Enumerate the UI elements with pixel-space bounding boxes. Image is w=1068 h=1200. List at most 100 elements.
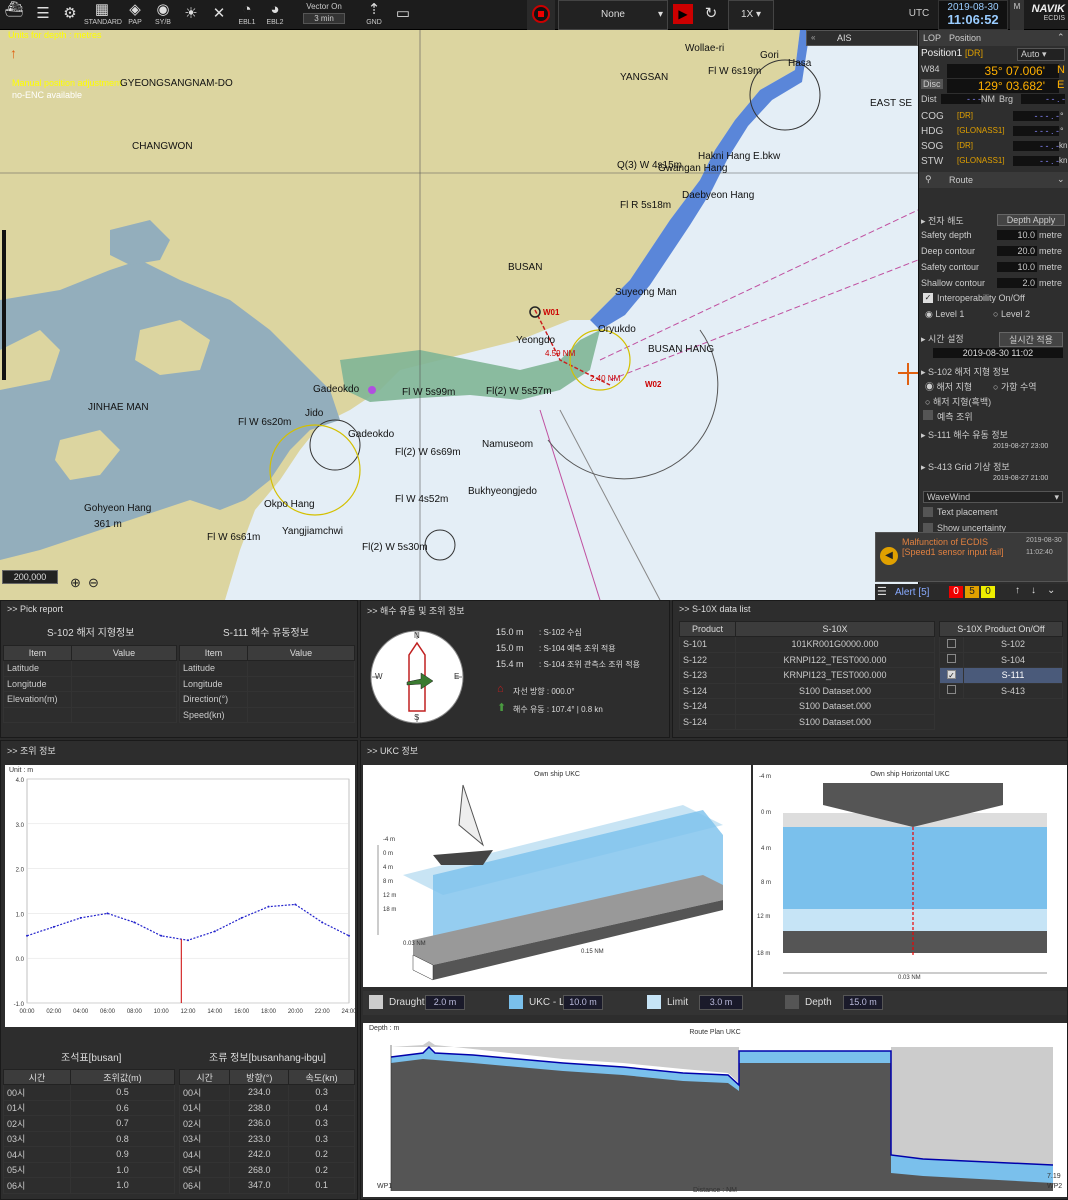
s111-title: ▸ S-111 해수 유동 정보 <box>921 430 1008 440</box>
position-mode-select[interactable]: Auto ▾ <box>1017 48 1065 61</box>
playback-select[interactable]: None ▾ <box>558 0 668 30</box>
playback-value: None <box>601 9 625 20</box>
disc-button[interactable]: Disc <box>921 79 943 89</box>
onoff-checkbox[interactable] <box>947 685 956 695</box>
scale-display[interactable]: 200,000 <box>2 570 58 584</box>
table-row[interactable]: S-122 KRNPI122_TEST000.000 <box>679 651 935 668</box>
table-row[interactable]: S-101 101KR001G0000.000 <box>679 636 935 653</box>
time-value-input[interactable]: 2019-08-30 11:02 <box>933 348 1063 358</box>
time-cell: 00시 <box>178 1084 231 1101</box>
brightness-icon[interactable]: ☀ <box>178 0 204 30</box>
dist-unit: NM <box>981 94 995 104</box>
settings-gear-icon[interactable]: ⚙ <box>58 0 82 30</box>
wavewind-select[interactable]: WaveWind ▾ <box>923 491 1063 503</box>
haejeo-bw-radio[interactable]: ○ 해저 지형(흑백) <box>925 395 991 408</box>
ebl2-button[interactable]: ◕ EBL2 <box>262 0 288 30</box>
limit-input[interactable]: 3.0 m <box>699 995 743 1010</box>
gahang-radio[interactable]: ○ 가항 수역 <box>993 380 1037 393</box>
dataset-cell: S100 Dataset.000 <box>735 682 935 699</box>
draught-input[interactable]: 2.0 m <box>425 995 465 1010</box>
realtime-button[interactable]: 실시간 적용 <box>999 332 1063 347</box>
alert-up-icon[interactable]: ↑ <box>1015 585 1020 596</box>
place-busanhang: BUSAN HANG <box>648 344 715 355</box>
vector-select[interactable]: 3 min <box>303 13 345 24</box>
place-wollae: Wollae-ri <box>685 43 725 54</box>
chevron-up-icon[interactable]: ⌃ <box>1057 32 1065 43</box>
zoom-out-icon[interactable]: ⊖ <box>88 575 99 591</box>
play-icon[interactable]: ▶ <box>670 0 696 30</box>
text-place-row[interactable]: Text placement <box>919 507 1068 520</box>
standard-display-button[interactable]: ▦ STANDARD <box>84 0 122 30</box>
s413-row[interactable]: ▸ S-413 Grid 기상 정보 <box>919 460 1068 473</box>
alert-expand-icon[interactable]: ⌄ <box>1047 585 1055 596</box>
alert-down-icon[interactable]: ↓ <box>1031 585 1036 596</box>
waypoint-w01[interactable]: W01 <box>543 308 559 317</box>
speed-cell: 0.3 <box>288 1130 355 1147</box>
onoff-checkbox[interactable]: ✓ <box>947 670 956 680</box>
s111-time-row: 2019-08-27 23:00 <box>919 443 1068 455</box>
depth-val-2: 15.0 m <box>496 643 524 653</box>
table-row[interactable]: S-123 KRNPI123_TEST000.000 <box>679 667 935 684</box>
light-l3: Q(3) W 4s15m <box>617 160 683 171</box>
ebl1-button[interactable]: ◔ EBL1 <box>234 0 260 30</box>
onoff-row[interactable]: ✓ S-111 <box>939 667 1063 684</box>
position-header: Position1 [DR] Auto ▾ <box>919 48 1068 62</box>
pap-button[interactable]: ◈ PAP <box>122 0 148 30</box>
s102-row[interactable]: ▸ S-102 해저 지형 정보 <box>919 365 1068 378</box>
yecheuk-checkbox[interactable] <box>923 410 933 420</box>
table-row[interactable]: S-124 S100 Dataset.000 <box>679 682 935 699</box>
ship-icon[interactable]: ⛴ <box>0 0 28 30</box>
gnd-button[interactable]: ⇡ GND <box>360 0 388 30</box>
vector-control[interactable]: Vector On 3 min <box>292 0 356 30</box>
onoff-row[interactable]: S-104 <box>939 651 1063 668</box>
alert-count[interactable]: Alert [5] <box>895 587 929 598</box>
onoff-row[interactable]: S-102 <box>939 636 1063 653</box>
refresh-icon[interactable]: ↻ <box>698 0 724 30</box>
electronic-chart-map[interactable]: Units for depth : metres ↑ Manual positi… <box>0 30 918 600</box>
table-row[interactable]: S-124 S100 Dataset.000 <box>679 698 935 715</box>
alarm-box[interactable]: ◀ Malfunction of ECDIS [Speed1 sensor in… <box>875 532 1068 582</box>
col-tide-value: 조위값(m) <box>69 1069 176 1085</box>
interop-row[interactable]: ✓ Interoperability On/Off <box>919 293 1068 307</box>
pick-row-lon: Longitude <box>179 675 248 692</box>
onoff-checkbox[interactable] <box>947 654 956 664</box>
shallow-contour-input[interactable]: 2.0 <box>997 278 1037 288</box>
ais-tab[interactable]: « AIS <box>806 30 918 46</box>
depth-apply-button[interactable]: Depth Apply <box>997 214 1065 226</box>
ukc-l-input[interactable]: 10.0 m <box>563 995 603 1010</box>
menu-icon[interactable]: ☰ <box>30 0 56 30</box>
level1-radio[interactable]: ◉ Level 1 <box>925 309 964 320</box>
route-icon: ⚲ <box>925 174 932 184</box>
current-table: 시간 방향(°) 속도(kn) 00시 234.0 0.3 01시 238.0 0.4 02… <box>178 1069 355 1194</box>
s111-row[interactable]: ▸ S-111 해수 유동 정보 <box>919 428 1068 441</box>
tide-x-tick: 16:00 <box>234 1009 250 1015</box>
pick-row-lon: Longitude <box>3 675 72 692</box>
interop-checkbox[interactable]: ✓ <box>923 293 933 303</box>
tab-position[interactable]: Position <box>949 33 981 43</box>
text-place-checkbox[interactable] <box>923 507 933 517</box>
deep-contour-input[interactable]: 20.0 <box>997 246 1037 256</box>
safety-depth-input[interactable]: 10.0 <box>997 230 1037 240</box>
haejeo-radio[interactable]: ◉ 해저 지형 <box>925 380 972 393</box>
zoom-in-icon[interactable]: ⊕ <box>70 575 81 591</box>
route-header[interactable]: ⚲ Route ⌄ <box>919 172 1068 188</box>
tools-icon[interactable]: ✕ <box>206 0 232 30</box>
onoff-checkbox[interactable] <box>947 638 956 648</box>
speed-select[interactable]: 1X ▾ <box>728 0 774 30</box>
table-row[interactable]: S-124 S100 Dataset.000 <box>679 713 935 730</box>
onoff-row[interactable]: S-413 <box>939 682 1063 699</box>
alert-list-icon[interactable]: ☰ <box>877 585 887 598</box>
level2-radio[interactable]: ○ Level 2 <box>993 309 1030 319</box>
s10x-panel: >> S-10X data list Product S-10X S-101 101… <box>672 600 1068 738</box>
tab-lop[interactable]: LOP <box>923 33 941 43</box>
syb-button[interactable]: ◉ SY/B <box>150 0 176 30</box>
light-l1: Fl W 6s19m <box>708 66 762 77</box>
safety-contour-input[interactable]: 10.0 <box>997 262 1037 272</box>
cog-source: [DR] <box>957 111 973 120</box>
waypoint-w02[interactable]: W02 <box>645 380 661 389</box>
layer-icon[interactable]: ▭ <box>390 0 416 30</box>
place-jinhae: JINHAE MAN <box>88 402 149 413</box>
record-button[interactable] <box>527 0 555 30</box>
depth-input[interactable]: 15.0 m <box>843 995 883 1010</box>
yecheuk-row[interactable]: 예측 조위 <box>919 410 1068 423</box>
